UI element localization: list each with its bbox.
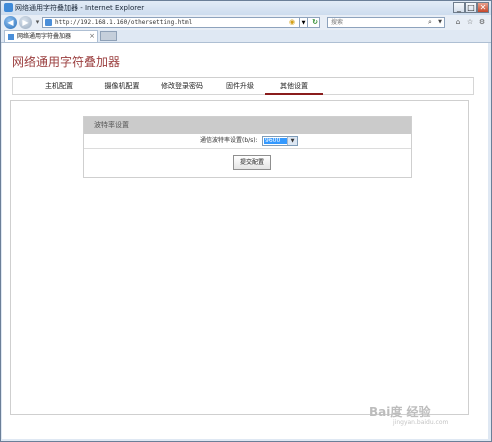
home-icon[interactable]: ⌂ xyxy=(453,17,463,28)
baud-rate-row: 通信波特率设置(b/s): 9600 ▼ xyxy=(84,134,411,149)
maximize-button[interactable]: □ xyxy=(465,2,477,13)
page-icon xyxy=(45,19,52,26)
compatibility-icon[interactable]: ◉ xyxy=(287,17,297,28)
favorites-star-icon[interactable]: ☆ xyxy=(465,17,475,28)
history-dropdown-icon[interactable]: ▾ xyxy=(34,17,41,28)
window-title: 网络通用字符叠加器 - Internet Explorer xyxy=(15,4,145,12)
baud-rate-selected-value: 9600 xyxy=(264,138,287,144)
search-icon[interactable]: ⌕ xyxy=(426,18,434,27)
page-content: 网络通用字符叠加器 主机配置 摄像机配置 修改登录密码 固件升级 其他设置 波特… xyxy=(2,43,488,439)
back-button[interactable]: ◀ xyxy=(4,16,17,29)
refresh-icon[interactable]: ↻ xyxy=(310,17,320,28)
settings-gear-icon[interactable]: ⚙ xyxy=(477,17,487,28)
minimize-button[interactable]: _ xyxy=(453,2,465,13)
main-menu: 主机配置 摄像机配置 修改登录密码 固件升级 其他设置 xyxy=(12,77,474,95)
ie-logo-icon xyxy=(4,3,13,12)
new-tab-button[interactable] xyxy=(100,31,117,41)
menu-item-host-config[interactable]: 主机配置 xyxy=(35,78,83,95)
baud-rate-title: 波特率设置 xyxy=(94,121,129,129)
navigation-bar: ◀ ▶ ▾ http://192.168.1.160/othersetting.… xyxy=(1,15,491,30)
tab-label: 网络通用字符叠加器 xyxy=(17,33,72,40)
tab-close-icon[interactable]: × xyxy=(89,31,95,42)
submit-config-button[interactable]: 提交配置 xyxy=(233,155,271,170)
address-url: http://192.168.1.160/othersetting.html xyxy=(55,19,193,26)
forward-button[interactable]: ▶ xyxy=(19,16,32,29)
tab-bar: 网络通用字符叠加器 × xyxy=(1,30,491,43)
baud-rate-box: 波特率设置 通信波特率设置(b/s): 9600 ▼ 提交配置 xyxy=(83,116,412,178)
title-bar: 网络通用字符叠加器 - Internet Explorer _ □ ✕ xyxy=(1,1,491,15)
address-dropdown-icon[interactable]: ▼ xyxy=(299,17,308,28)
menu-item-firmware-upgrade[interactable]: 固件升级 xyxy=(215,78,265,95)
address-bar[interactable]: http://192.168.1.160/othersetting.html xyxy=(42,17,320,28)
settings-panel: 波特率设置 通信波特率设置(b/s): 9600 ▼ 提交配置 xyxy=(10,100,469,415)
search-dropdown-icon[interactable]: ▼ xyxy=(436,18,444,27)
menu-item-other-settings[interactable]: 其他设置 xyxy=(265,78,323,95)
tab-page-icon xyxy=(8,34,14,40)
close-window-button[interactable]: ✕ xyxy=(477,2,489,13)
search-placeholder: 搜索 xyxy=(331,19,344,26)
chevron-down-icon[interactable]: ▼ xyxy=(287,137,297,145)
baud-rate-label: 通信波特率设置(b/s): xyxy=(200,137,258,144)
menu-item-camera-config[interactable]: 摄像机配置 xyxy=(93,78,151,95)
baud-rate-header: 波特率设置 xyxy=(84,117,411,134)
baud-rate-select[interactable]: 9600 ▼ xyxy=(262,136,298,146)
watermark-url: jingyan.baidu.com xyxy=(393,419,449,426)
tab-current[interactable]: 网络通用字符叠加器 × xyxy=(4,30,98,42)
menu-item-change-password[interactable]: 修改登录密码 xyxy=(151,78,213,95)
search-input[interactable]: 搜索 ⌕ ▼ xyxy=(327,17,445,28)
browser-window: 网络通用字符叠加器 - Internet Explorer _ □ ✕ ◀ ▶ … xyxy=(0,0,492,442)
page-title: 网络通用字符叠加器 xyxy=(12,55,121,69)
watermark-brand: Bai度 经验 xyxy=(369,405,431,419)
